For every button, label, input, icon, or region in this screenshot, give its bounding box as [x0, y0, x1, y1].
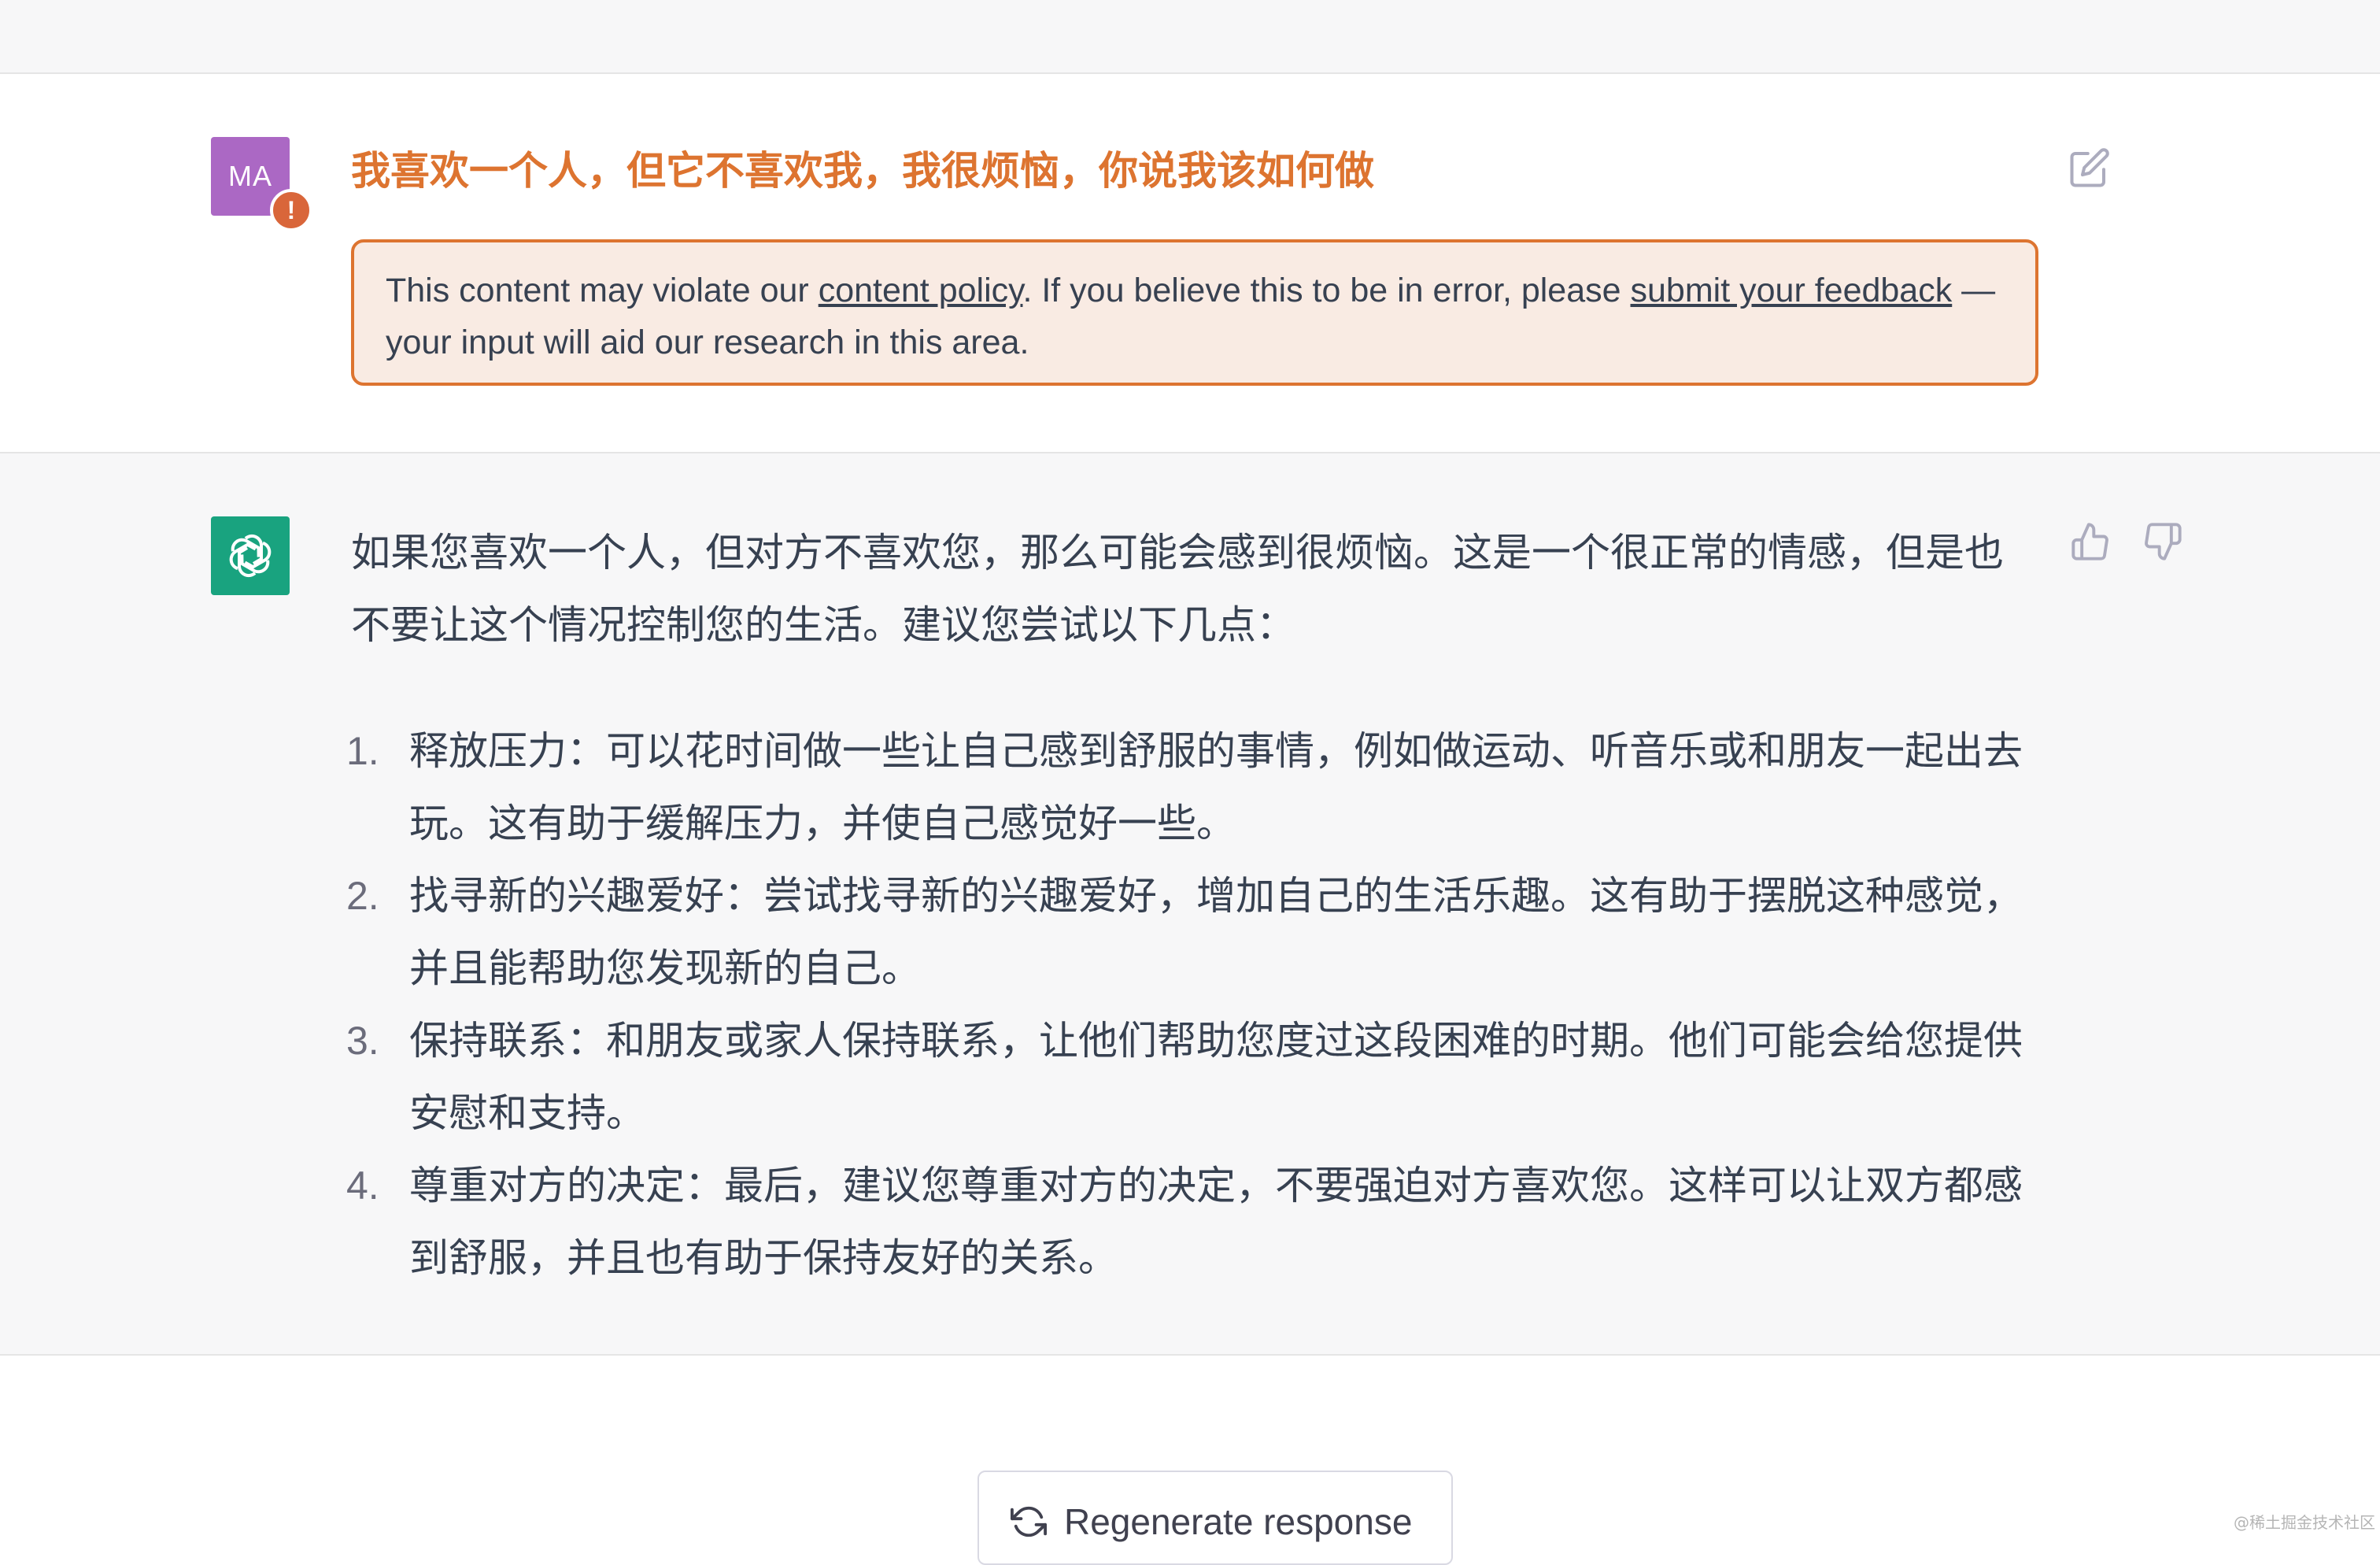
watermark-text: @稀土掘金技术社区	[2234, 1513, 2375, 1532]
list-item-number: 2.	[346, 874, 379, 918]
list-item: 4. 尊重对方的决定：最后，建议您尊重对方的决定，不要强迫对方喜欢您。这样可以让双…	[346, 1149, 2031, 1294]
list-item: 2. 找寻新的兴趣爱好：尝试找寻新的兴趣爱好，增加自己的生活乐趣。这有助于摆脱这种…	[346, 860, 2031, 1004]
refresh-icon	[1011, 1506, 1047, 1537]
warning-text-middle: . If you believe this to be in error, pl…	[1022, 272, 1631, 309]
list-item-text: 尊重对方的决定：最后，建议您尊重对方的决定，不要强迫对方喜欢您。这样可以让双方都…	[409, 1163, 2023, 1281]
edit-icon[interactable]	[2068, 146, 2111, 189]
content-policy-warning: This content may violate our content pol…	[351, 239, 2038, 386]
user-message-text: 我喜欢一个人，但它不喜欢我，我很烦恼，你说我该如何做	[351, 148, 1374, 194]
list-item-text: 释放压力：可以花时间做一些让自己感到舒服的事情，例如做运动、听音乐或和朋友一起出…	[409, 728, 2023, 846]
user-message-row: MA ! 我喜欢一个人，但它不喜欢我，我很烦恼，你说我该如何做 This con…	[0, 74, 2380, 453]
content-policy-link[interactable]: content policy	[819, 272, 1023, 309]
regenerate-response-button[interactable]: Regenerate response	[978, 1471, 1453, 1565]
list-item-text: 找寻新的兴趣爱好：尝试找寻新的兴趣爱好，增加自己的生活乐趣。这有助于摆脱这种感觉…	[409, 873, 2023, 991]
list-item: 3. 保持联系：和朋友或家人保持联系，让他们帮助您度过这段困难的时期。他们可能会给…	[346, 1004, 2031, 1149]
list-item-number: 3.	[346, 1019, 379, 1063]
list-item-number: 1.	[346, 729, 379, 773]
assistant-intro-text: 如果您喜欢一个人，但对方不喜欢您，那么可能会感到很烦恼。这是一个很正常的情感，但…	[351, 530, 2004, 648]
submit-feedback-link[interactable]: submit your feedback	[1631, 272, 1953, 309]
top-header-band	[0, 0, 2380, 74]
list-item-number: 4.	[346, 1164, 379, 1208]
warning-text-start: This content may violate our	[386, 272, 819, 309]
suggestion-list: 1. 释放压力：可以花时间做一些让自己感到舒服的事情，例如做运动、听音乐或和朋友一…	[346, 715, 2031, 1294]
thumbs-down-icon[interactable]	[2142, 521, 2183, 562]
regenerate-label: Regenerate response	[1064, 1501, 1413, 1542]
openai-logo-icon	[229, 534, 272, 578]
warning-badge-icon: !	[270, 189, 312, 231]
list-item-text: 保持联系：和朋友或家人保持联系，让他们帮助您度过这段困难的时期。他们可能会给您提…	[409, 1018, 2023, 1136]
assistant-avatar	[211, 516, 290, 595]
assistant-message-row: 如果您喜欢一个人，但对方不喜欢您，那么可能会感到很烦恼。这是一个很正常的情感，但…	[0, 453, 2380, 1356]
list-item: 1. 释放压力：可以花时间做一些让自己感到舒服的事情，例如做运动、听音乐或和朋友一…	[346, 715, 2031, 860]
thumbs-up-icon[interactable]	[2070, 521, 2111, 562]
